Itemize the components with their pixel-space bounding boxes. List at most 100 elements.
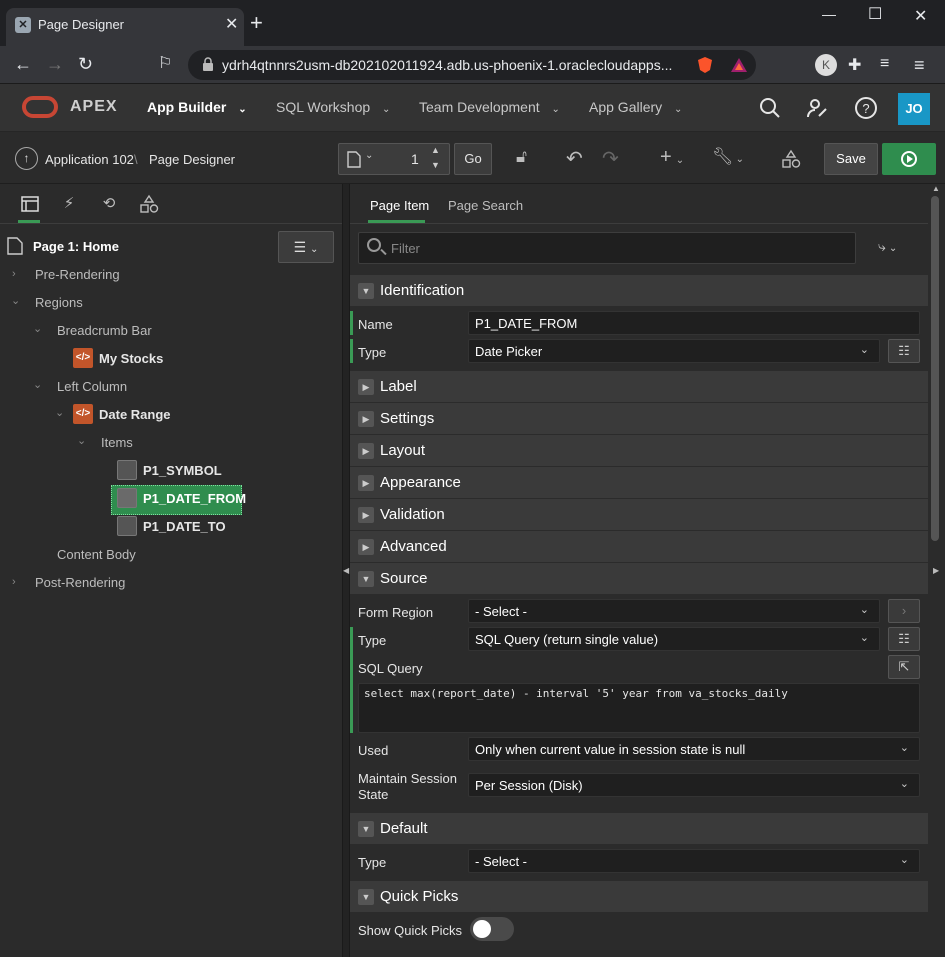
form-region-select[interactable]: - Select - ⌄	[468, 599, 880, 623]
dynamic-actions-tab-icon[interactable]: ⚡︎	[59, 194, 79, 214]
sql-query-textarea[interactable]: select max(report_date) - interval '5' y…	[358, 683, 920, 733]
close-window-button[interactable]: ✕	[914, 6, 927, 26]
extension-k-icon[interactable]: K	[815, 54, 837, 76]
create-menu-icon[interactable]: + ⌄	[660, 146, 684, 169]
page-number-field[interactable]: 1	[411, 151, 419, 167]
section-settings[interactable]: ▶ Settings	[350, 403, 928, 435]
shared-components-icon[interactable]	[781, 149, 801, 169]
tree-region-date-range[interactable]: Date Range	[99, 407, 171, 422]
search-icon[interactable]	[758, 96, 782, 120]
help-icon[interactable]: ?	[854, 96, 878, 120]
tree-item-p1-date-from[interactable]: P1_DATE_FROM	[143, 491, 246, 506]
collapse-left-icon[interactable]: ◀	[343, 566, 349, 575]
section-default[interactable]: ▼ Default	[350, 813, 928, 845]
nav-team-development[interactable]: Team Development ⌄	[419, 99, 560, 115]
chevron-right-icon[interactable]: ›	[12, 268, 16, 280]
browser-tab[interactable]: ✕ Page Designer ✕	[6, 8, 244, 46]
show-quick-picks-toggle[interactable]	[470, 917, 514, 941]
type-select[interactable]: Date Picker ⌄	[468, 339, 880, 363]
go-to-group-icon[interactable]: ⤷ ⌄	[878, 238, 897, 255]
chevron-down-icon[interactable]: ⌄	[55, 406, 64, 419]
tree-breadcrumb-bar[interactable]: Breadcrumb Bar	[57, 323, 152, 338]
section-layout[interactable]: ▶ Layout	[350, 435, 928, 467]
nav-app-gallery[interactable]: App Gallery ⌄	[589, 99, 682, 115]
brave-shield-icon[interactable]	[695, 55, 715, 75]
browser-menu-icon[interactable]: ≡	[914, 55, 934, 75]
nav-sql-workshop[interactable]: SQL Workshop ⌄	[276, 99, 390, 115]
user-avatar[interactable]: JO	[898, 93, 930, 125]
new-tab-button[interactable]: +	[250, 12, 263, 34]
tree-region-my-stocks[interactable]: My Stocks	[99, 351, 163, 366]
minimize-window-button[interactable]: —	[822, 6, 836, 22]
tree-pre-rendering[interactable]: Pre-Rendering	[35, 267, 120, 282]
used-select[interactable]: Only when current value in session state…	[468, 737, 920, 761]
chevron-down-icon[interactable]: ⌄	[11, 294, 20, 307]
tree-items[interactable]: Items	[101, 435, 133, 450]
omnibox[interactable]: ydrh4qtnnrs2usm-db202102011924.adb.us-ph…	[188, 50, 756, 80]
apex-brand[interactable]: APEX	[70, 98, 118, 116]
save-button[interactable]: Save	[824, 143, 878, 175]
maintain-session-state-select[interactable]: Per Session (Disk) ⌄	[468, 773, 920, 797]
collapse-right-icon[interactable]: ▶	[933, 566, 939, 575]
redo-icon[interactable]: ↷	[602, 146, 619, 171]
processing-tab-icon[interactable]: ⟲	[99, 194, 119, 214]
chevron-down-icon[interactable]: ⌄	[33, 322, 42, 335]
open-code-editor-icon[interactable]: ⇱	[888, 655, 920, 679]
decrement-icon[interactable]: ▼	[431, 160, 440, 170]
scroll-up-icon[interactable]: ▲	[932, 184, 940, 193]
tree-content-body[interactable]: Content Body	[57, 547, 136, 562]
maximize-window-button[interactable]: ☐	[868, 4, 882, 24]
arrow-up-icon[interactable]: ↑	[15, 147, 38, 170]
lock-page-icon[interactable]: 🔓︎	[516, 147, 527, 167]
chevron-down-icon[interactable]: ⌄	[33, 378, 42, 391]
default-type-select[interactable]: - Select - ⌄	[468, 849, 920, 873]
pane-splitter[interactable]: ◀	[342, 184, 350, 957]
tab-close-icon[interactable]: ✕	[225, 14, 238, 34]
go-button[interactable]: Go	[454, 143, 492, 175]
tree-item-p1-symbol[interactable]: P1_SYMBOL	[143, 463, 222, 478]
section-quick-picks[interactable]: ▼ Quick Picks	[350, 881, 928, 913]
section-advanced[interactable]: ▶ Advanced	[350, 531, 928, 563]
media-queue-icon[interactable]: ≡	[880, 55, 900, 75]
section-validation[interactable]: ▶ Validation	[350, 499, 928, 531]
chevron-down-icon[interactable]: ⌄	[77, 434, 86, 447]
undo-icon[interactable]: ↶	[566, 146, 583, 171]
tab-page-search[interactable]: Page Search	[448, 198, 523, 213]
page-selector[interactable]: ⌄ 1 ▲ ▼	[338, 143, 450, 175]
shared-components-tab-icon[interactable]	[139, 194, 159, 214]
bookmark-icon[interactable]: ⚐	[158, 54, 172, 74]
tree-item-p1-date-to[interactable]: P1_DATE_TO	[143, 519, 226, 534]
section-source[interactable]: ▼ Source	[350, 563, 928, 595]
nav-app-builder[interactable]: App Builder ⌄	[147, 99, 247, 115]
tree-post-rendering[interactable]: Post-Rendering	[35, 575, 125, 590]
reload-button[interactable]: ↻	[78, 54, 93, 74]
forward-button[interactable]: →	[46, 54, 64, 74]
rendering-tab-icon[interactable]	[20, 194, 40, 214]
tree-menu-button[interactable]: ☰ ⌄	[278, 231, 334, 263]
back-button[interactable]: ←	[14, 54, 32, 74]
list-lookup-button[interactable]: ☷	[888, 339, 920, 363]
scrollbar-thumb[interactable]	[931, 196, 939, 541]
list-lookup-button[interactable]: ☷	[888, 627, 920, 651]
utilities-wrench-icon[interactable]: 🔧︎ ⌄	[712, 147, 744, 167]
increment-icon[interactable]: ▲	[431, 145, 440, 155]
section-label[interactable]: ▶ Label	[350, 371, 928, 403]
tree-page-home[interactable]: Page 1: Home	[33, 239, 119, 254]
chevron-right-icon[interactable]: ›	[12, 576, 16, 588]
name-field[interactable]: P1_DATE_FROM	[468, 311, 920, 335]
section-identification[interactable]: ▼ Identification	[350, 275, 928, 307]
run-page-button[interactable]	[882, 143, 936, 175]
filter-input[interactable]: Filter	[358, 232, 856, 264]
property-editor-scrollbar[interactable]: ▲ ▶	[928, 184, 945, 957]
go-to-form-region-button[interactable]: ›	[888, 599, 920, 623]
administration-icon[interactable]	[806, 96, 830, 120]
oracle-logo-icon[interactable]	[22, 96, 58, 118]
brave-rewards-icon[interactable]	[729, 55, 749, 75]
tree-regions[interactable]: Regions	[35, 295, 83, 310]
source-type-select[interactable]: SQL Query (return single value) ⌄	[468, 627, 880, 651]
tab-page-item[interactable]: Page Item	[370, 198, 429, 213]
breadcrumb-application[interactable]: Application 102	[45, 152, 134, 167]
section-appearance[interactable]: ▶ Appearance	[350, 467, 928, 499]
extensions-puzzle-icon[interactable]: ✚	[848, 55, 868, 75]
tree-left-column[interactable]: Left Column	[57, 379, 127, 394]
